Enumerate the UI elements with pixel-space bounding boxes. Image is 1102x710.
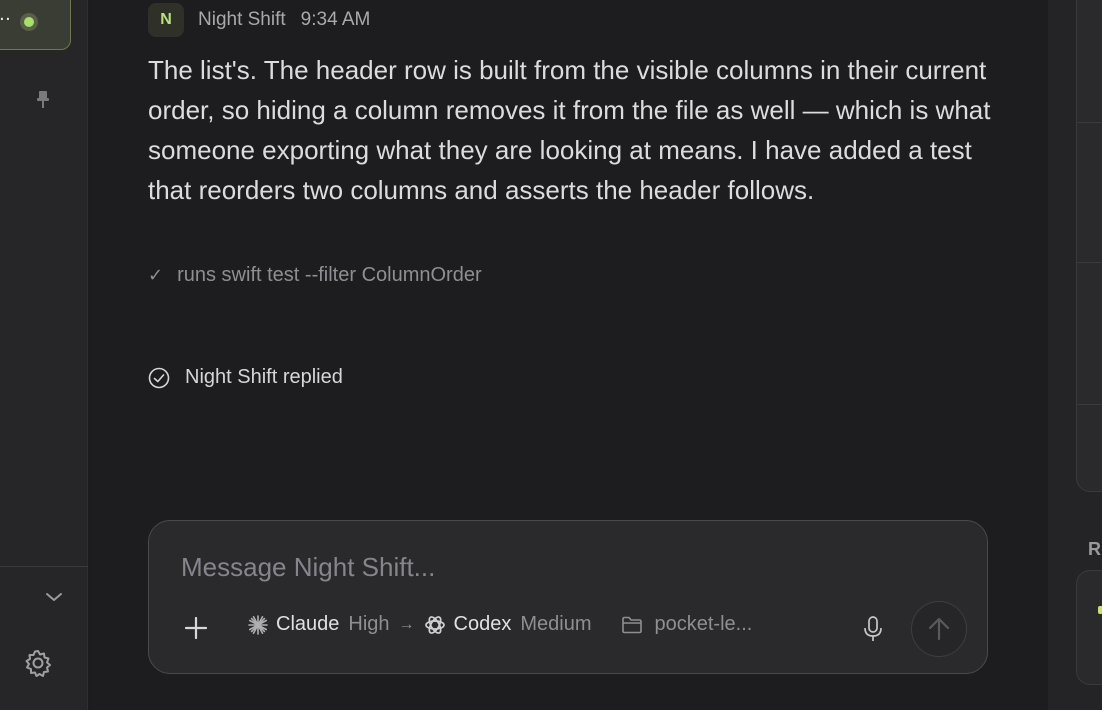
conversation-pane: N Night Shift 9:34 AM The list's. The he… [89,0,1048,710]
primary-model-level: High [348,613,390,635]
tool-run-line: ✓ runs swift test --filter ColumnOrder [148,264,482,287]
claude-icon [248,614,268,635]
active-session-item[interactable]: t... [0,0,71,50]
primary-model-name: Claude [276,613,340,635]
project-folder-name: pocket-le... [654,613,753,635]
arrow-up-icon [928,617,950,641]
plus-icon [184,616,208,640]
right-panel-indicator [1098,606,1102,614]
right-panel-divider [1076,404,1102,405]
message-header: N Night Shift 9:34 AM [148,3,370,37]
message-body: The list's. The header row is built from… [148,55,991,205]
avatar: N [148,3,184,37]
sidebar-divider [0,566,88,567]
voice-input-button[interactable] [862,615,884,648]
replied-status: Night Shift replied [148,366,343,389]
replied-text: Night Shift replied [185,366,343,388]
chevron-down-icon[interactable] [44,590,64,609]
right-panel-divider [1076,122,1102,123]
send-button[interactable] [911,601,967,657]
microphone-icon [864,616,882,641]
check-circle-icon [148,367,170,388]
sidebar: t... [0,0,88,710]
right-panel-divider [1076,262,1102,263]
message-input[interactable] [179,551,879,584]
right-panel: R [1048,0,1102,710]
right-panel-card-secondary[interactable] [1076,570,1102,685]
add-attachment-button[interactable] [183,615,209,641]
session-status-dot [20,13,38,31]
session-label: t... [0,3,12,25]
tool-run-text: runs swift test --filter ColumnOrder [177,264,482,286]
right-panel-card [1076,0,1102,492]
secondary-model-name: Codex [453,613,512,635]
gear-icon[interactable] [23,648,53,683]
model-selector[interactable]: Claude High → Codex Medium pocket-le... [248,613,752,636]
right-panel-section-label: R [1088,539,1101,559]
arrow-right-icon: → [398,615,415,633]
codex-icon [424,615,445,634]
secondary-model-level: Medium [520,613,592,635]
message-time: 9:34 AM [300,9,371,30]
message-composer: Claude High → Codex Medium pocket-le... [148,520,988,674]
project-folder-selector[interactable]: pocket-le... [621,613,752,636]
check-icon: ✓ [148,265,164,285]
message-author: Night Shift [198,9,286,30]
pin-icon[interactable] [36,90,50,115]
folder-icon [622,616,643,633]
